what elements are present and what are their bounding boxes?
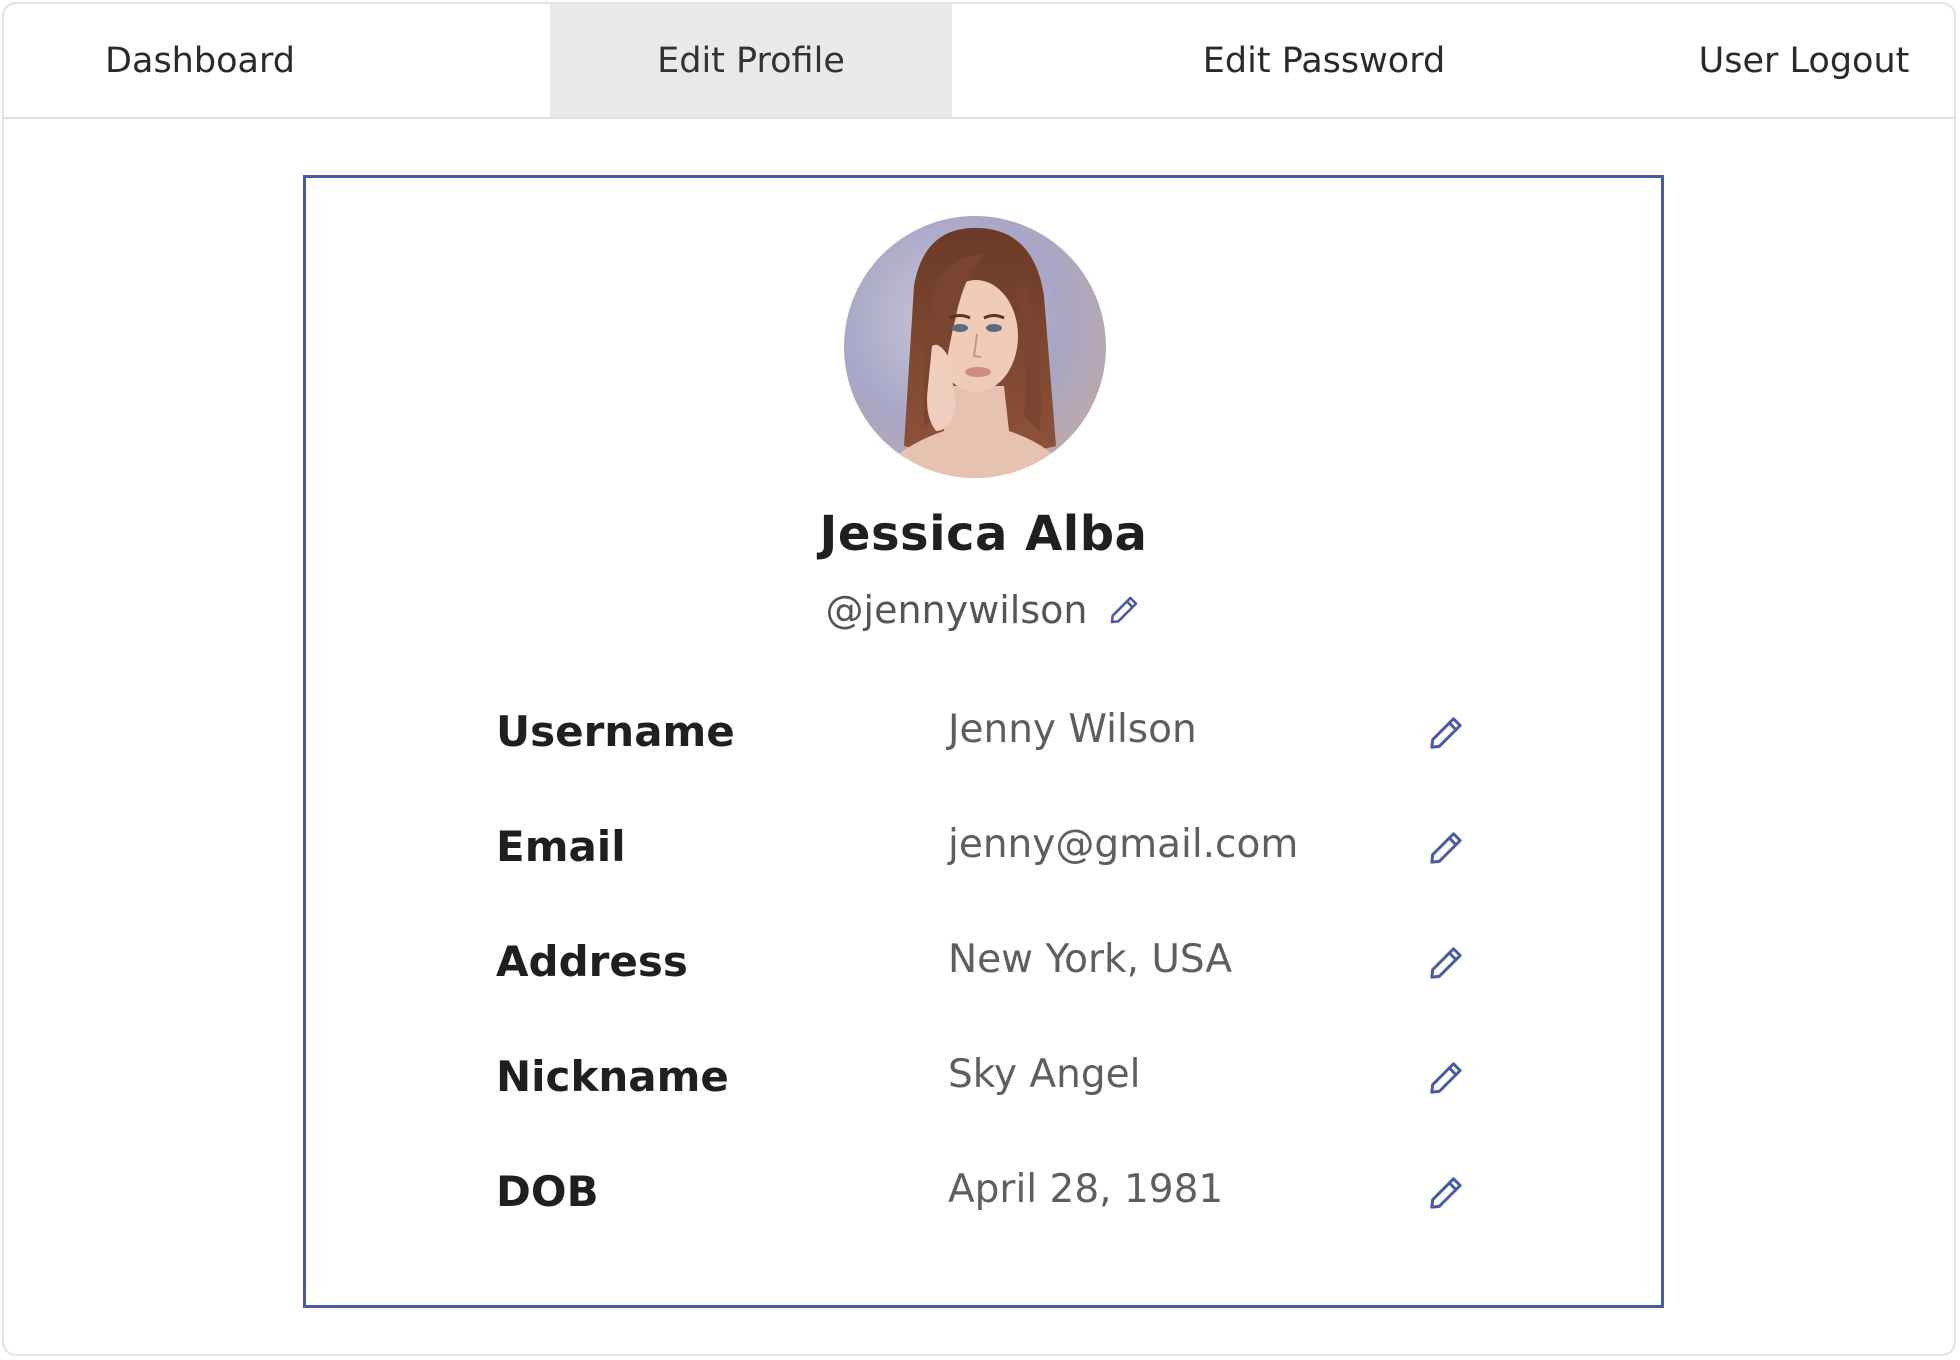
field-row-email: Email jenny@gmail.com <box>496 808 1496 888</box>
pencil-icon[interactable] <box>1426 1058 1466 1098</box>
tab-edit-password[interactable]: Edit Password <box>1154 4 1494 117</box>
tab-user-logout[interactable]: User Logout <box>1654 4 1954 117</box>
profile-full-name: Jessica Alba <box>819 506 1148 562</box>
top-navigation: Dashboard Edit Profile Edit Password Use… <box>4 4 1954 119</box>
pencil-icon[interactable] <box>1107 593 1141 627</box>
field-label: Username <box>496 707 735 756</box>
pencil-icon[interactable] <box>1426 828 1466 868</box>
tab-edit-profile[interactable]: Edit Profile <box>550 4 952 117</box>
field-value: Sky Angel <box>948 1052 1141 1097</box>
field-label: Address <box>496 937 688 986</box>
field-label: DOB <box>496 1167 599 1216</box>
pencil-icon[interactable] <box>1426 943 1466 983</box>
profile-handle: @jennywilson <box>825 588 1088 632</box>
pencil-icon[interactable] <box>1426 1173 1466 1213</box>
handle-row: @jennywilson <box>306 588 1661 632</box>
profile-card: Jessica Alba @jennywilson Username Jenny… <box>303 175 1664 1308</box>
field-value: New York, USA <box>948 937 1233 982</box>
field-label: Nickname <box>496 1052 729 1101</box>
tab-dashboard[interactable]: Dashboard <box>60 4 340 117</box>
field-label: Email <box>496 822 626 871</box>
pencil-icon[interactable] <box>1426 713 1466 753</box>
app-window: Dashboard Edit Profile Edit Password Use… <box>2 2 1956 1356</box>
avatar <box>844 216 1106 478</box>
profile-photo <box>844 216 1106 478</box>
field-row-nickname: Nickname Sky Angel <box>496 1038 1496 1118</box>
field-row-address: Address New York, USA <box>496 923 1496 1003</box>
field-row-dob: DOB April 28, 1981 <box>496 1153 1496 1233</box>
field-row-username: Username Jenny Wilson <box>496 693 1496 773</box>
field-value: April 28, 1981 <box>948 1167 1224 1212</box>
field-value: jenny@gmail.com <box>948 822 1299 867</box>
field-value: Jenny Wilson <box>948 707 1197 752</box>
